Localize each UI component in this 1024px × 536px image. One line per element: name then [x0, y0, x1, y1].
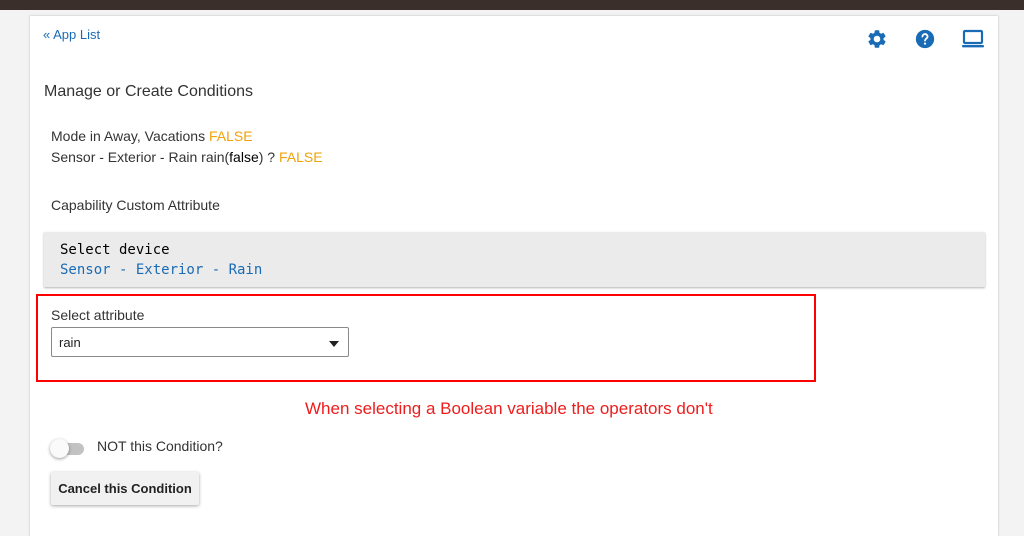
condition-result: FALSE [278, 149, 323, 165]
page-title: Manage or Create Conditions [44, 83, 254, 100]
header-icons [864, 26, 986, 52]
device-label: Select device [60, 242, 170, 258]
main-card: « App List Manage or Create Conditions M… [30, 16, 998, 536]
condition-result: FALSE [208, 128, 253, 144]
device-value: Sensor - Exterior - Rain [60, 262, 263, 278]
annotation-text: When selecting a Boolean variable the op… [305, 399, 713, 418]
not-condition-toggle[interactable] [50, 439, 84, 458]
help-icon[interactable] [912, 26, 938, 52]
not-condition-label: NOT this Condition? [97, 438, 223, 454]
attribute-label: Select attribute [51, 307, 145, 323]
gear-icon[interactable] [864, 26, 890, 52]
attribute-select[interactable]: rain [51, 327, 349, 357]
condition-suffix: ) ? [258, 149, 276, 165]
condition-line-sensor: Sensor - Exterior - Rain rain(false) ? F… [51, 149, 323, 165]
capability-label: Capability Custom Attribute [51, 197, 220, 213]
top-bar [0, 0, 1024, 10]
toggle-knob [50, 439, 69, 458]
condition-value: false [229, 149, 259, 165]
select-device-button[interactable]: Select device Sensor - Exterior - Rain [44, 232, 985, 287]
condition-text: Mode in Away, Vacations [51, 128, 206, 144]
laptop-icon[interactable] [960, 26, 986, 52]
app-list-link[interactable]: « App List [43, 27, 100, 42]
attribute-selected-value: rain [59, 335, 81, 350]
condition-line-mode: Mode in Away, Vacations FALSE [51, 128, 253, 144]
condition-prefix: Sensor - Exterior - Rain rain( [51, 149, 230, 165]
cancel-condition-button[interactable]: Cancel this Condition [51, 472, 199, 505]
chevron-down-icon [329, 341, 339, 347]
